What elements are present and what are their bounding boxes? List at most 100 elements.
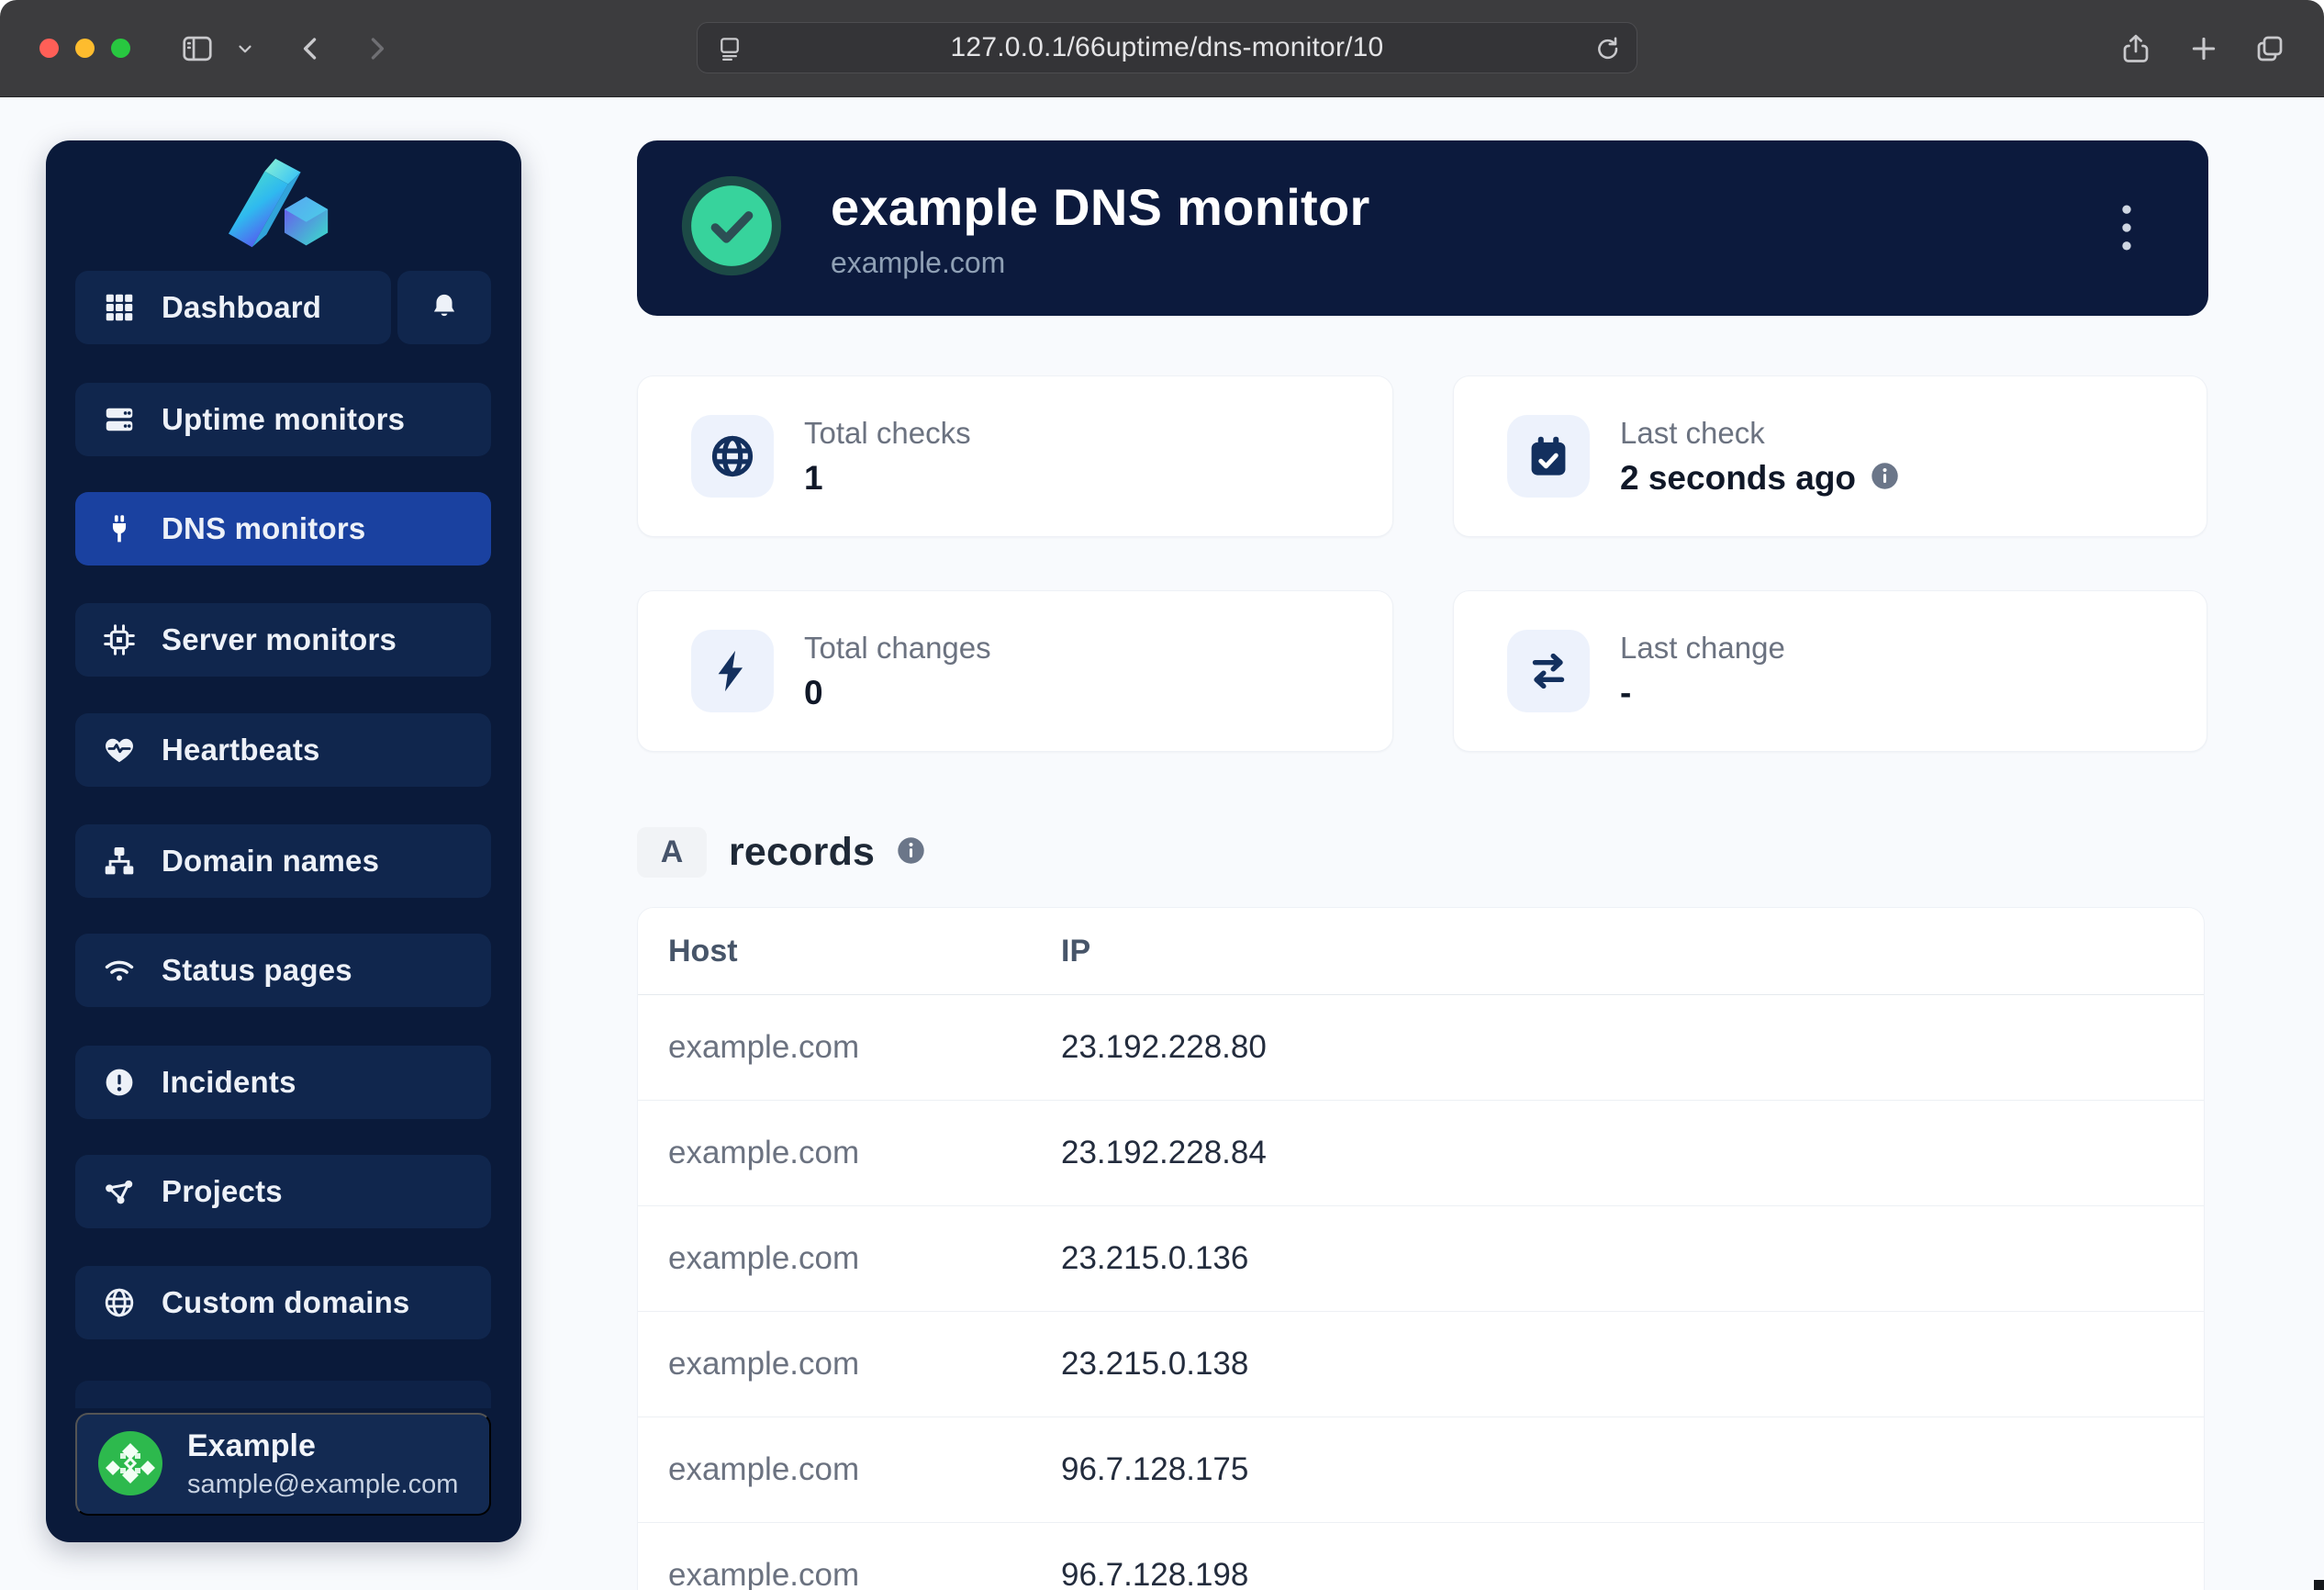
sidebar-item-label: Heartbeats xyxy=(162,733,320,767)
share-nodes-icon xyxy=(103,1175,136,1208)
stat-label: Total changes xyxy=(804,631,991,666)
url-text: 127.0.0.1/66uptime/dns-monitor/10 xyxy=(951,32,1384,63)
cpu-icon xyxy=(103,623,136,656)
calendar-check-icon xyxy=(1507,415,1590,498)
records-title: records xyxy=(729,830,875,875)
sidebar-item-label: Dashboard xyxy=(162,290,321,325)
stat-value: 0 xyxy=(804,674,823,712)
table-row: example.com 96.7.128.175 xyxy=(638,1417,2204,1523)
globe-icon xyxy=(103,1286,136,1319)
stat-card-total-checks: Total checks 1 xyxy=(637,375,1393,537)
sidebar-item-domain-names[interactable]: Domain names xyxy=(75,824,491,898)
records-section-header: A records xyxy=(637,827,925,878)
stat-label: Last change xyxy=(1620,631,1785,666)
globe-icon xyxy=(691,415,774,498)
sidebar-toggle-button[interactable] xyxy=(176,28,218,70)
share-icon xyxy=(2119,32,2152,65)
app-logo-icon xyxy=(229,158,337,263)
stat-value: - xyxy=(1620,674,1631,712)
heart-pulse-icon xyxy=(103,733,136,767)
chevron-right-icon xyxy=(361,33,392,64)
back-button[interactable] xyxy=(290,28,332,70)
sidebar-item-dashboard[interactable]: Dashboard xyxy=(75,271,391,344)
ip-cell: 23.215.0.138 xyxy=(1061,1312,1248,1416)
table-row: example.com 23.192.228.80 xyxy=(638,995,2204,1101)
monitor-header-card: example DNS monitor example.com xyxy=(637,140,2208,316)
status-up-badge xyxy=(680,174,783,282)
swap-arrows-icon xyxy=(1507,630,1590,712)
record-type-badge: A xyxy=(637,827,707,878)
column-header-host: Host xyxy=(668,908,738,994)
sidebar-item-dns-monitors[interactable]: DNS monitors xyxy=(75,492,491,565)
tab-overview-chevron[interactable] xyxy=(229,28,261,70)
sidebar-item-heartbeats[interactable]: Heartbeats xyxy=(75,713,491,787)
sidebar-item-label: Incidents xyxy=(162,1065,296,1100)
ip-cell: 96.7.128.198 xyxy=(1061,1523,1248,1590)
table-header-row: Host IP xyxy=(638,908,2204,995)
site-page-icon xyxy=(716,35,743,67)
screen-corner-artifact xyxy=(2314,1580,2324,1590)
monitor-options-button[interactable] xyxy=(2111,192,2142,266)
ip-cell: 23.192.228.84 xyxy=(1061,1101,1267,1205)
monitor-title: example DNS monitor xyxy=(831,177,1370,237)
bolt-icon xyxy=(691,630,774,712)
app-page: Dashboard Uptime monitors DNS monitors S… xyxy=(0,97,2324,1590)
host-cell: example.com xyxy=(668,1523,859,1590)
sidebar-item-partial xyxy=(75,1381,491,1408)
sidebar-item-server-monitors[interactable]: Server monitors xyxy=(75,603,491,677)
stat-value: 2 seconds ago xyxy=(1620,459,1856,498)
host-cell: example.com xyxy=(668,1101,859,1205)
sidebar-item-label: Custom domains xyxy=(162,1285,410,1320)
ip-cell: 23.215.0.136 xyxy=(1061,1206,1248,1311)
sidebar-item-status-pages[interactable]: Status pages xyxy=(75,934,491,1007)
avatar xyxy=(97,1430,163,1499)
minimize-window-button[interactable] xyxy=(75,39,95,58)
sidebar: Dashboard Uptime monitors DNS monitors S… xyxy=(46,140,521,1542)
kebab-menu-icon xyxy=(2120,201,2133,254)
notifications-button[interactable] xyxy=(397,271,491,344)
stat-value: 1 xyxy=(804,459,823,498)
account-menu[interactable]: Example sample@example.com xyxy=(75,1413,491,1516)
tab-overview-button[interactable] xyxy=(2249,28,2291,70)
stat-card-last-check: Last check 2 seconds ago xyxy=(1453,375,2207,537)
table-row: example.com 23.192.228.84 xyxy=(638,1101,2204,1206)
column-header-ip: IP xyxy=(1061,908,1090,994)
stat-label: Last check xyxy=(1620,416,1899,451)
zoom-window-button[interactable] xyxy=(111,39,130,58)
sidebar-item-label: Uptime monitors xyxy=(162,402,405,437)
info-icon[interactable] xyxy=(1871,462,1899,495)
browser-toolbar: 127.0.0.1/66uptime/dns-monitor/10 xyxy=(0,0,2324,97)
user-name: Example xyxy=(187,1428,458,1464)
chevron-left-icon xyxy=(296,33,327,64)
grid-icon xyxy=(103,291,136,324)
alert-circle-icon xyxy=(103,1066,136,1099)
sidebar-item-uptime-monitors[interactable]: Uptime monitors xyxy=(75,383,491,456)
records-table: Host IP example.com 23.192.228.80 exampl… xyxy=(637,907,2205,1590)
share-button[interactable] xyxy=(2115,28,2157,70)
host-cell: example.com xyxy=(668,995,859,1100)
new-tab-button[interactable] xyxy=(2183,28,2225,70)
info-icon[interactable] xyxy=(897,836,925,869)
address-bar[interactable]: 127.0.0.1/66uptime/dns-monitor/10 xyxy=(697,22,1637,73)
server-stack-icon xyxy=(103,403,136,436)
sidebar-item-label: Server monitors xyxy=(162,622,397,657)
close-window-button[interactable] xyxy=(39,39,59,58)
bell-icon xyxy=(428,291,461,324)
sidebar-item-projects[interactable]: Projects xyxy=(75,1155,491,1228)
reload-icon xyxy=(1592,34,1622,63)
sidebar-item-incidents[interactable]: Incidents xyxy=(75,1046,491,1119)
sidebar-item-label: Projects xyxy=(162,1174,283,1209)
sidebar-panel-icon xyxy=(180,31,215,66)
stat-label: Total checks xyxy=(804,416,971,451)
ip-cell: 23.192.228.80 xyxy=(1061,995,1267,1100)
forward-button[interactable] xyxy=(355,28,397,70)
tabs-icon xyxy=(2253,32,2286,65)
host-cell: example.com xyxy=(668,1417,859,1522)
wifi-icon xyxy=(103,954,136,987)
plug-icon xyxy=(103,512,136,545)
table-row: example.com 23.215.0.138 xyxy=(638,1312,2204,1417)
stat-card-total-changes: Total changes 0 xyxy=(637,590,1393,752)
host-cell: example.com xyxy=(668,1312,859,1416)
sidebar-item-custom-domains[interactable]: Custom domains xyxy=(75,1266,491,1339)
reload-button[interactable] xyxy=(1592,34,1622,66)
